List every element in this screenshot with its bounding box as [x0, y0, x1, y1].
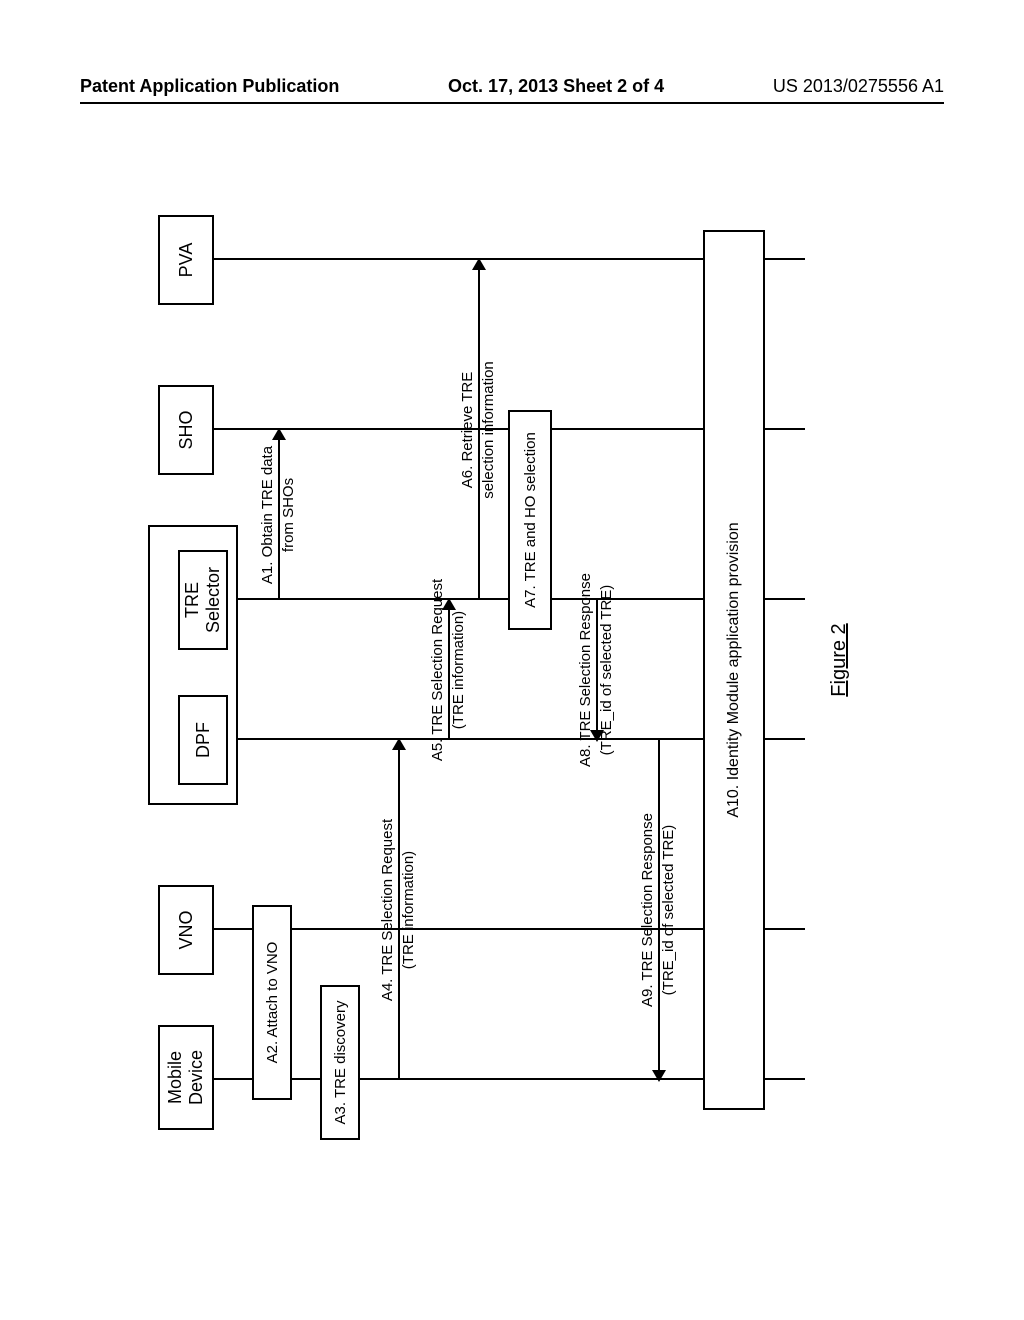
- step-a3: A3. TRE discovery: [320, 985, 360, 1140]
- lifeline-tresel: [238, 598, 768, 600]
- msg-a6-label: A6. Retrieve TRE: [459, 260, 476, 600]
- msg-a4-label2: (TRE information): [400, 740, 417, 1080]
- lane-dpf-box: DPF: [178, 695, 228, 785]
- step-a2: A2. Attach to VNO: [252, 905, 292, 1100]
- page-header: Patent Application Publication Oct. 17, …: [80, 76, 944, 97]
- lane-mobile-box: Mobile Device: [158, 1025, 214, 1130]
- msg-a8-label: A8. TRE Selection Response: [577, 540, 594, 800]
- msg-a6: A6. Retrieve TRE selection information: [478, 260, 480, 600]
- msg-a1: A1. Obtain TRE data from SHOs: [278, 430, 280, 600]
- msg-a8-label2: (TRE_id of selected TRE): [598, 540, 615, 800]
- lane-vno-box: VNO: [158, 885, 214, 975]
- leg-pva: [765, 258, 805, 260]
- header-right: US 2013/0275556 A1: [773, 76, 944, 97]
- msg-a9-label: A9. TRE Selection Response: [639, 740, 656, 1080]
- diagram-frame: RO Mobile Device VNO DPF TRE Selector SH…: [128, 160, 888, 1160]
- msg-a9-label2: (TRE_id of selected TRE): [660, 740, 677, 1080]
- msg-a4: A4. TRE Selection Request (TRE informati…: [398, 740, 400, 1080]
- leg-mobile: [765, 1078, 805, 1080]
- msg-a1-label2: from SHOs: [280, 430, 297, 600]
- figure-caption: Figure 2: [828, 180, 851, 1140]
- msg-a1-label: A1. Obtain TRE data: [259, 430, 276, 600]
- leg-vno: [765, 928, 805, 930]
- leg-dpf: [765, 738, 805, 740]
- header-left: Patent Application Publication: [80, 76, 339, 97]
- msg-a5-label: A5. TRE Selection Request: [429, 550, 446, 790]
- lifeline-dpf: [238, 738, 768, 740]
- header-mid: Oct. 17, 2013 Sheet 2 of 4: [448, 76, 664, 97]
- figure-caption-text: Figure 2: [828, 623, 850, 696]
- step-a7: A7. TRE and HO selection: [508, 410, 552, 630]
- diagram-rotated: RO Mobile Device VNO DPF TRE Selector SH…: [128, 160, 888, 1160]
- leg-sho: [765, 428, 805, 430]
- page: Patent Application Publication Oct. 17, …: [0, 0, 1024, 1320]
- lane-pva-box: PVA: [158, 215, 214, 305]
- lane-sho-box: SHO: [158, 385, 214, 475]
- msg-a5: A5. TRE Selection Request (TRE informati…: [448, 600, 450, 740]
- msg-a4-label: A4. TRE Selection Request: [379, 740, 396, 1080]
- msg-a9: A9. TRE Selection Response (TRE_id of se…: [658, 740, 660, 1080]
- leg-tresel: [765, 598, 805, 600]
- lane-tresel-box: TRE Selector: [178, 550, 228, 650]
- header-rule: [80, 102, 944, 104]
- msg-a5-label2: (TRE information): [450, 600, 467, 740]
- sequence-diagram: RO Mobile Device VNO DPF TRE Selector SH…: [148, 180, 868, 1140]
- msg-a6-label2: selection information: [480, 260, 497, 600]
- step-a10: A10. Identity Module application provisi…: [703, 230, 765, 1110]
- msg-a8: A8. TRE Selection Response (TRE_id of se…: [596, 600, 598, 740]
